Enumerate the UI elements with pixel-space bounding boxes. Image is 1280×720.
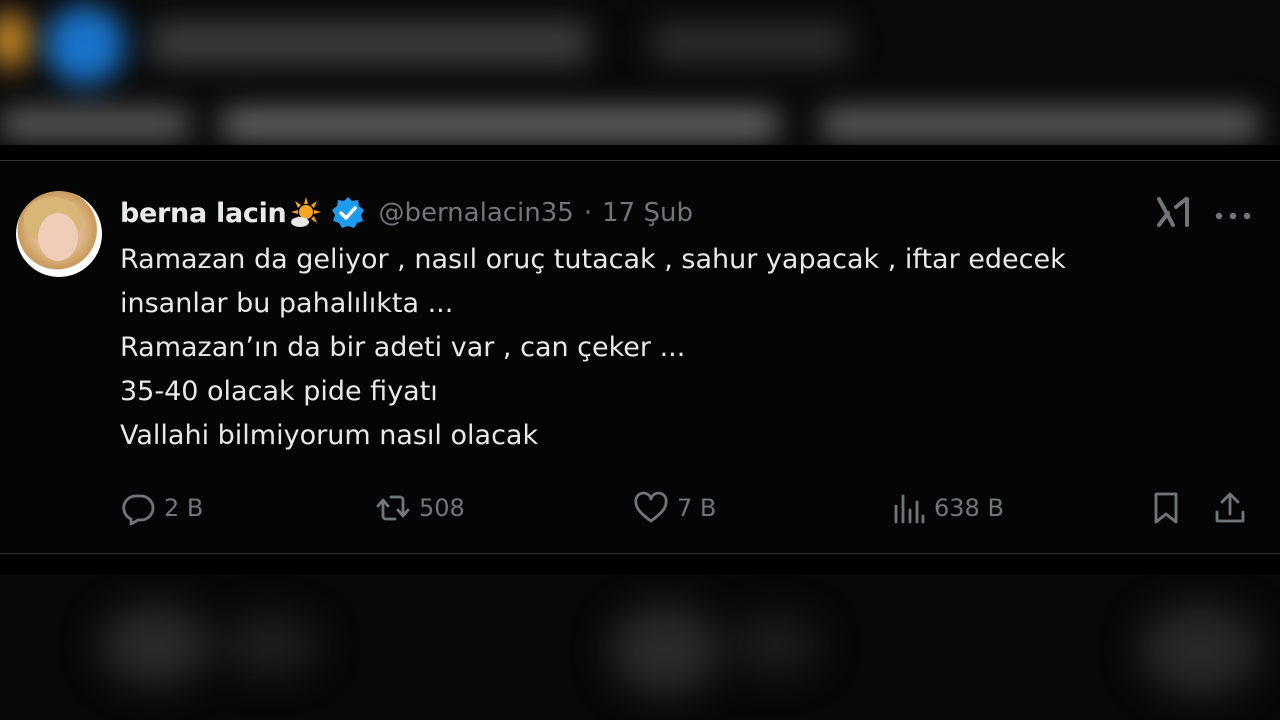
- tweet-text-line: Ramazan’ın da bir adeti var , can çeker …: [120, 332, 686, 363]
- tweet-header: berna lacin @bernalacin35 · 17 Şub: [120, 193, 693, 233]
- share-icon: [1215, 492, 1245, 523]
- views-button[interactable]: 638 B: [890, 485, 1004, 531]
- reply-button[interactable]: 2 B: [120, 485, 203, 531]
- repost-icon: [376, 495, 410, 521]
- tweet-date[interactable]: 17 Şub: [602, 198, 693, 228]
- tweet-actions: 2 B 508 7 B 638 B: [120, 485, 1260, 531]
- repost-button[interactable]: 508: [375, 485, 465, 531]
- grok-icon[interactable]: [1156, 195, 1192, 229]
- bottom-divider: [0, 553, 1280, 554]
- avatar-face: [38, 213, 78, 261]
- avatar[interactable]: [16, 191, 102, 277]
- blurred-previous-post: [0, 0, 1280, 145]
- bookmark-icon: [1154, 492, 1178, 524]
- bookmark-button[interactable]: [1148, 485, 1184, 531]
- reply-count: 2 B: [164, 494, 204, 522]
- verified-badge-icon[interactable]: [330, 195, 366, 231]
- repost-count: 508: [419, 494, 465, 522]
- share-button[interactable]: [1212, 485, 1248, 531]
- tweet-text: Ramazan da geliyor , nasıl oruç tutacak …: [120, 238, 1240, 458]
- tweet-text-line: insanlar bu pahalılıkta ...: [120, 288, 454, 319]
- reply-icon: [122, 494, 155, 526]
- like-count: 7 B: [677, 494, 717, 522]
- view-count: 638 B: [934, 494, 1004, 522]
- blurred-next-post: [0, 575, 1280, 720]
- tweet-text-line: 35-40 olacak pide fiyatı: [120, 376, 438, 407]
- tweet-text-line: Vallahi bilmiyorum nasıl olacak: [120, 420, 539, 451]
- sun-emoji-icon: [288, 195, 324, 231]
- header-separator: ·: [583, 198, 593, 228]
- heart-icon: [634, 491, 668, 523]
- like-button[interactable]: 7 B: [633, 485, 716, 531]
- views-chart-icon: [894, 494, 925, 524]
- author-name[interactable]: berna lacin: [120, 198, 287, 229]
- tweet-text-line: Ramazan da geliyor , nasıl oruç tutacak …: [120, 244, 1066, 275]
- author-handle[interactable]: @bernalacin35: [378, 198, 573, 228]
- more-options-icon[interactable]: [1214, 206, 1252, 220]
